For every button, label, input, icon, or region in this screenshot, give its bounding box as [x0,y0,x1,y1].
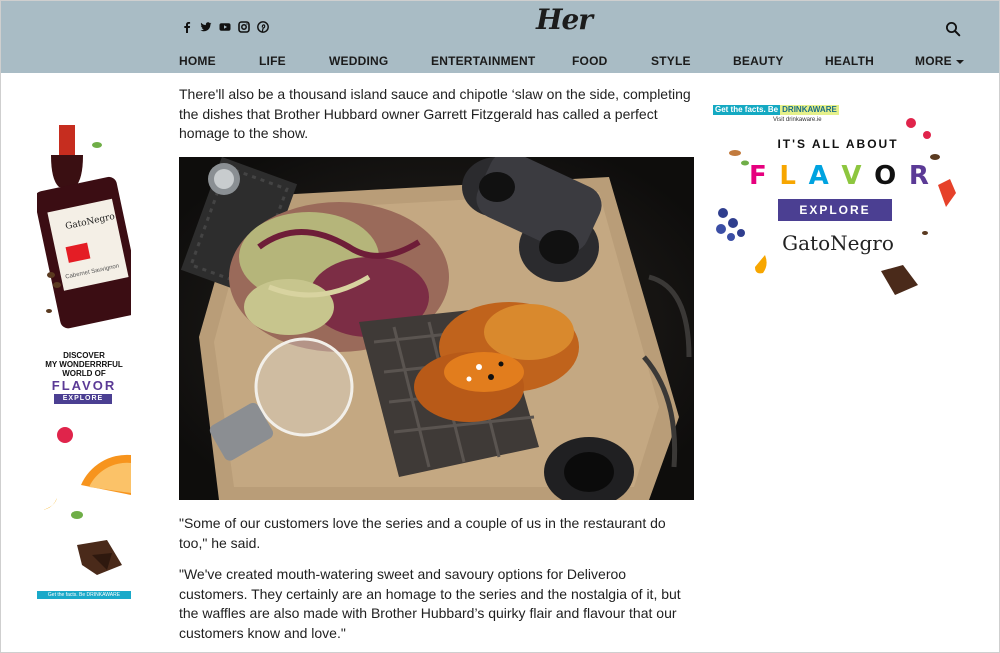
nav-item-beauty[interactable]: BEAUTY [733,54,784,68]
article-quote-1: "Some of our customers love the series a… [179,514,697,553]
food-photo-illustration [179,157,694,500]
article-quote-2: "We've created mouth-watering sweet and … [179,565,697,643]
nav-item-health[interactable]: HEALTH [825,54,874,68]
flavor-letter-l: L [779,161,796,191]
left-ad-line1: DISCOVER [63,351,105,360]
right-ad-explore-button[interactable]: EXPLORE [778,199,892,221]
drinkaware-url: Visit drinkaware.ie [773,117,822,123]
right-ad-flavor-word: F L A V O R [749,161,929,191]
drinkaware-banner: Get the facts. Be DRINKAWARE [713,105,839,115]
right-ad-tagline: IT'S ALL ABOUT [777,137,899,151]
right-advert[interactable]: Get the facts. Be DRINKAWARE Visit drink… [713,105,967,305]
left-ad-explore-button[interactable]: EXPLORE [54,394,112,404]
site-logo[interactable]: Her [536,3,593,36]
flavor-letter-f: F [749,161,767,191]
nav-item-home[interactable]: HOME [179,54,216,68]
nav-item-more[interactable]: MORE [915,54,964,68]
article-body: There'll also be a thousand island sauce… [179,85,697,144]
twitter-icon[interactable] [200,21,212,33]
main-nav: HOME LIFE WEDDING ENTERTAINMENT FOOD STY… [179,54,964,70]
site-header: Her HOME LIFE WEDDING ENTERTAINMENT FOOD… [1,1,999,73]
flavor-letter-r: R [908,161,929,191]
nav-item-style[interactable]: STYLE [651,54,691,68]
drinkaware-name: DRINKAWARE [780,105,839,115]
nav-item-life[interactable]: LIFE [259,54,286,68]
quote-2-text: "We've created mouth-watering sweet and … [179,566,681,641]
nav-item-wedding[interactable]: WEDDING [329,54,388,68]
flavor-letter-o: O [874,161,897,191]
left-ad-flavor: FLAVOR [51,378,117,393]
left-ad-copy: DISCOVER MY WONDERRRFUL WORLD OF [37,351,131,378]
instagram-icon[interactable] [238,21,250,33]
left-advert[interactable]: GatoNegro Cabernet Sauvignon DISCOVER MY… [37,125,131,605]
flavor-letter-v: V [841,161,862,191]
left-ad-line3: WORLD OF [62,369,106,378]
right-ad-brand: GatoNegro [782,231,894,255]
left-ad-line2: MY WONDERRRFUL [45,360,123,369]
youtube-icon[interactable] [219,21,231,33]
facebook-icon[interactable] [181,21,193,33]
pinterest-icon[interactable] [257,21,269,33]
drinkaware-prefix: Get the facts. Be [713,105,781,115]
flavor-letter-a: A [808,161,829,191]
left-ad-footer: Get the facts. Be DRINKAWARE [37,591,131,599]
social-links [181,21,269,33]
nav-item-entertainment[interactable]: ENTERTAINMENT [431,54,535,68]
nav-item-food[interactable]: FOOD [572,54,607,68]
quote-1-text: "Some of our customers love the series a… [179,515,666,551]
chevron-down-icon [955,59,964,64]
article-intro-paragraph: There'll also be a thousand island sauce… [179,86,691,141]
nav-more-label: MORE [915,54,952,68]
search-icon[interactable] [945,21,961,37]
article-image [179,157,694,500]
page: Her HOME LIFE WEDDING ENTERTAINMENT FOOD… [0,0,1000,653]
